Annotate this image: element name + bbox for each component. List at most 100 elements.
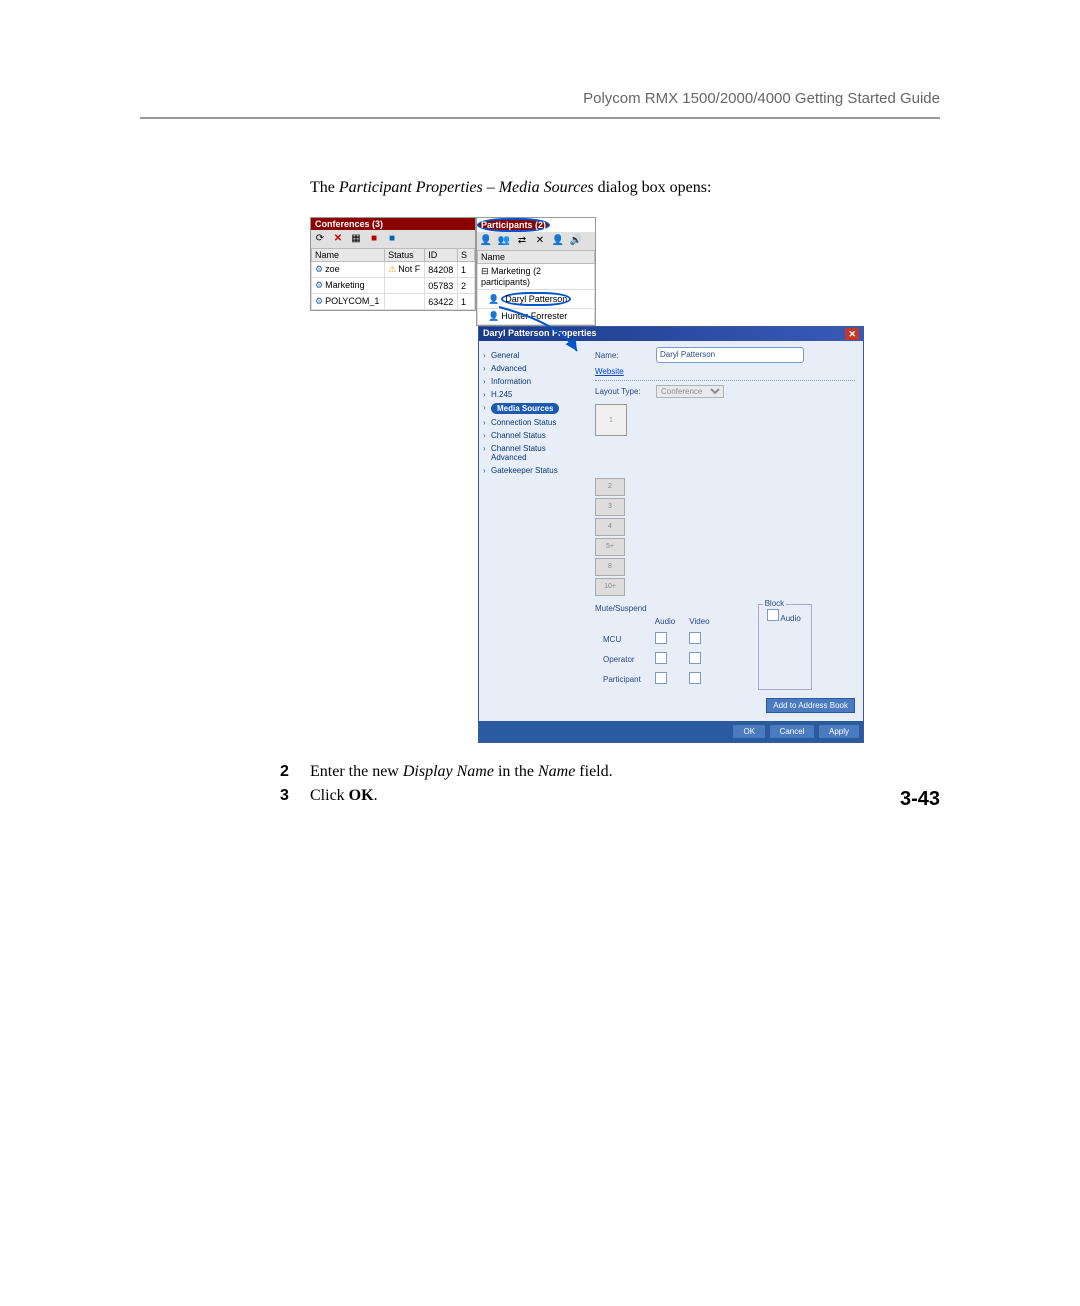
layout-type-label: Layout Type:	[595, 387, 650, 396]
unmute-icon[interactable]: 🔊	[569, 234, 583, 248]
conference-icon	[315, 296, 325, 306]
rec-icon[interactable]: ■	[367, 232, 381, 246]
table-row[interactable]: Marketing 05783 2	[312, 278, 475, 294]
layout-option[interactable]: 5+	[595, 538, 625, 556]
mute-suspend-label: Mute/Suspend	[595, 604, 718, 613]
mute-icon[interactable]: 👤	[551, 234, 565, 248]
block-group: Block Audio	[758, 604, 812, 690]
layout-thumb[interactable]: 1	[595, 404, 627, 436]
intro-pre: The	[310, 179, 339, 196]
cell: Marketing (2 participants)	[481, 266, 541, 287]
step-text: field.	[575, 763, 612, 780]
cell: Hunter Forrester	[501, 311, 567, 321]
nav-channel-status-advanced[interactable]: Channel Status Advanced	[483, 442, 583, 464]
connect-icon[interactable]: ⇄	[515, 234, 529, 248]
table-row[interactable]: zoe Not F 84208 1	[312, 262, 475, 278]
nav-h245[interactable]: H.245	[483, 388, 583, 401]
mcu-video-checkbox[interactable]	[689, 632, 701, 644]
col-name: Name	[312, 249, 385, 262]
delete-icon[interactable]: ✕	[331, 232, 345, 246]
participant-icon	[488, 311, 501, 321]
header-rule	[140, 117, 940, 119]
cell: zoe	[325, 264, 340, 274]
nav-general[interactable]: General	[483, 349, 583, 362]
block-audio-label: Audio	[780, 614, 800, 623]
nav-information[interactable]: Information	[483, 375, 583, 388]
mcu-audio-checkbox[interactable]	[655, 632, 667, 644]
step-number: 3	[280, 787, 310, 805]
table-row[interactable]: Hunter Forrester	[478, 309, 595, 325]
cell: Marketing	[325, 280, 365, 290]
ok-button[interactable]: OK	[732, 724, 766, 739]
step-italic: Display Name	[403, 763, 494, 780]
layout-option[interactable]: 10+	[595, 578, 625, 596]
cell: 05783	[425, 278, 458, 294]
cell: 2	[458, 278, 475, 294]
block-audio-checkbox[interactable]: Audio	[767, 614, 801, 623]
col-name: Name	[478, 251, 595, 264]
conferences-panel: Conferences (3) ⟳ ✕ ▦ ■ ■ Name Status ID…	[310, 217, 476, 311]
intro-italic: Participant Properties – Media Sources	[339, 179, 594, 196]
step-3: 3 Click OK.	[280, 787, 940, 805]
divider	[595, 380, 855, 381]
col-id: ID	[425, 249, 458, 262]
nav-channel-status[interactable]: Channel Status	[483, 429, 583, 442]
page-header: Polycom RMX 1500/2000/4000 Getting Start…	[140, 90, 940, 107]
dialog-nav: General Advanced Information H.245 Media…	[479, 341, 587, 721]
step-bold: OK	[349, 787, 374, 804]
col-video: Video	[683, 615, 715, 628]
nav-selected-label: Media Sources	[491, 403, 559, 414]
apply-button[interactable]: Apply	[818, 724, 860, 739]
layout-type-select[interactable]: Conference	[656, 385, 724, 398]
cancel-button[interactable]: Cancel	[769, 724, 816, 739]
dialog-title: Daryl Patterson Properties	[483, 328, 597, 340]
participants-toolbar: 👤 👥 ⇄ ✕ 👤 🔊	[477, 232, 595, 250]
stop-icon[interactable]: ■	[385, 232, 399, 246]
refresh-icon[interactable]: ⟳	[313, 232, 327, 246]
properties-dialog: Daryl Patterson Properties ✕ General Adv…	[478, 326, 864, 743]
participants-table: Name ⊟ Marketing (2 participants) Daryl …	[477, 250, 595, 325]
new-participant-icon[interactable]: 👥	[497, 234, 511, 248]
screenshot: Conferences (3) ⟳ ✕ ▦ ■ ■ Name Status ID…	[310, 217, 940, 743]
participant-video-checkbox[interactable]	[689, 672, 701, 684]
add-to-address-book-button[interactable]: Add to Address Book	[766, 698, 855, 713]
table-row[interactable]: Daryl Patterson	[478, 290, 595, 309]
cell: 84208	[425, 262, 458, 278]
layout-option[interactable]: 8	[595, 558, 625, 576]
cell: 1	[458, 294, 475, 310]
cell: POLYCOM_1	[325, 296, 379, 306]
nav-advanced[interactable]: Advanced	[483, 362, 583, 375]
conference-icon	[315, 280, 325, 290]
participants-header: Participants (2)	[477, 218, 550, 232]
row-mcu: MCU	[597, 630, 647, 648]
layout-option[interactable]: 4	[595, 518, 625, 536]
tool-icon[interactable]: ▦	[349, 232, 363, 246]
participant-audio-checkbox[interactable]	[655, 672, 667, 684]
nav-connection-status[interactable]: Connection Status	[483, 416, 583, 429]
disconnect-icon[interactable]: ✕	[533, 234, 547, 248]
conferences-table: Name Status ID S zoe Not F 84208 1 Marke…	[311, 248, 475, 310]
nav-gatekeeper-status[interactable]: Gatekeeper Status	[483, 464, 583, 477]
step-text: in the	[494, 763, 538, 780]
conferences-header: Conferences (3)	[311, 218, 475, 230]
step-2: 2 Enter the new Display Name in the Name…	[280, 763, 940, 781]
table-row[interactable]: ⊟ Marketing (2 participants)	[478, 264, 595, 290]
nav-media-sources[interactable]: Media Sources	[483, 401, 583, 416]
col-status: Status	[385, 249, 425, 262]
cell	[385, 278, 425, 294]
name-field[interactable]: Daryl Patterson	[656, 347, 804, 363]
table-row[interactable]: POLYCOM_1 63422 1	[312, 294, 475, 310]
close-icon[interactable]: ✕	[845, 328, 859, 340]
step-text: Enter the new	[310, 763, 403, 780]
add-participant-icon[interactable]: 👤	[479, 234, 493, 248]
mute-table: AudioVideo MCU Operator Participant	[595, 613, 718, 690]
warning-icon	[388, 264, 398, 274]
operator-audio-checkbox[interactable]	[655, 652, 667, 664]
website-link[interactable]: Website	[595, 367, 650, 376]
operator-video-checkbox[interactable]	[689, 652, 701, 664]
dialog-footer: OK Cancel Apply	[479, 721, 863, 742]
dialog-titlebar: Daryl Patterson Properties ✕	[479, 327, 863, 341]
layout-option[interactable]: 2	[595, 478, 625, 496]
participants-panel: Participants (2) 👤 👥 ⇄ ✕ 👤 🔊 Name ⊟ Mark…	[476, 217, 596, 326]
layout-option[interactable]: 3	[595, 498, 625, 516]
